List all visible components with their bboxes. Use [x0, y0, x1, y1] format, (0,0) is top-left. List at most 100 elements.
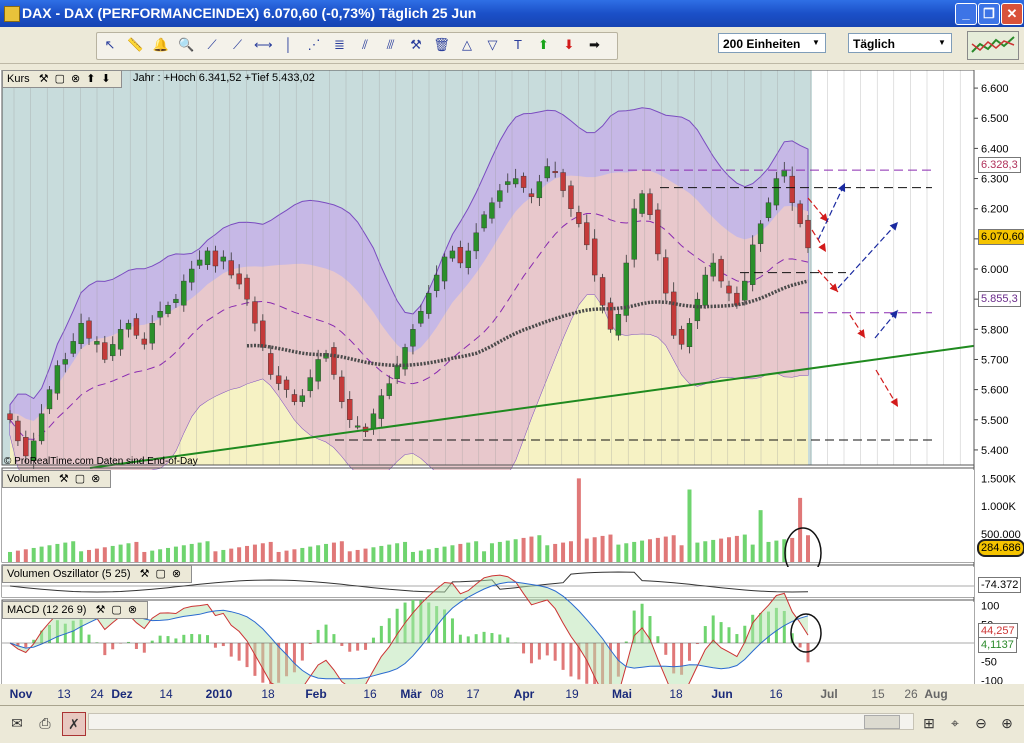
volume-bar — [569, 541, 573, 562]
volume-bar — [292, 549, 296, 562]
zoom-icon[interactable]: 🔍 — [178, 36, 196, 54]
scrollbar-thumb[interactable] — [864, 715, 900, 729]
zoom-out-icon[interactable]: ⊖ — [970, 712, 992, 734]
vol-osc-panel-label[interactable]: Volumen Oszillator (5 25) ⚒▢⊗ — [2, 565, 192, 583]
units-select[interactable]: 200 Einheiten ▼ — [718, 33, 826, 53]
volume-bar — [71, 541, 75, 562]
line2-icon[interactable]: ⟋ — [229, 36, 247, 54]
chart-logo-button[interactable] — [967, 31, 1019, 60]
panel-controls[interactable]: ⚒▢⊗ — [96, 602, 144, 618]
text-icon[interactable]: T — [509, 36, 527, 54]
volume-bar — [711, 540, 715, 562]
wrench-icon[interactable]: ⚒ — [96, 604, 112, 616]
macd-histogram-bar — [143, 643, 146, 653]
macd-histogram-bar — [475, 634, 478, 643]
panel-controls[interactable]: ⚒▢⊗ — [59, 471, 107, 487]
restore-button[interactable]: ❐ — [978, 3, 1000, 25]
parallel-icon[interactable]: ⫻ — [382, 36, 400, 54]
volume-bar — [198, 543, 202, 562]
wrench-icon[interactable]: ⚒ — [407, 36, 425, 54]
volume-bar — [332, 543, 336, 562]
copyright-text: © ProRealTime.com Daten sind End-of-Day — [4, 455, 198, 469]
volume-bar — [482, 551, 486, 562]
x-tick-label: 15 — [871, 687, 885, 701]
price-panel-label[interactable]: Kurs ⚒▢⊗⬆⬇ — [2, 70, 122, 88]
volume-panel-label[interactable]: Volumen ⚒▢⊗ — [2, 470, 111, 488]
candle-body — [63, 359, 68, 364]
down-icon[interactable]: ⬇ — [101, 73, 116, 85]
macd-panel-label[interactable]: MACD (12 26 9) ⚒▢⊗ — [2, 601, 148, 619]
zoom-in-icon[interactable]: ⊕ — [996, 712, 1018, 734]
candle-body — [395, 365, 400, 378]
window-icon[interactable]: ▢ — [155, 568, 171, 580]
close-icon[interactable]: ⊗ — [71, 73, 86, 85]
candle-body — [782, 170, 787, 176]
right-arrow-icon[interactable]: ➡ — [586, 36, 604, 54]
period-select[interactable]: Täglich ▼ — [848, 33, 952, 53]
wrench-icon[interactable]: ⚒ — [59, 473, 75, 485]
vline-icon[interactable]: │ — [280, 36, 298, 54]
candle-body — [655, 210, 660, 254]
price-panel-title: Kurs — [7, 73, 30, 85]
x-tick-label: Dez — [111, 687, 132, 701]
x-tick-label: 18 — [669, 687, 683, 701]
up-arrow-icon[interactable]: ⬆ — [535, 36, 553, 54]
channel-icon[interactable]: ⫽ — [356, 36, 374, 54]
macd-panel-title: MACD (12 26 9) — [7, 604, 86, 616]
macd-histogram-bar — [167, 636, 170, 643]
line-icon[interactable]: ⟋ — [203, 36, 221, 54]
candle-body — [142, 339, 147, 344]
macd-histogram-bar — [490, 633, 493, 643]
volume-bar — [727, 537, 731, 562]
macd-histogram-bar — [720, 622, 723, 643]
zoom-window-icon[interactable]: ⊞ — [918, 712, 940, 734]
window-icon[interactable]: ▢ — [111, 604, 127, 616]
wrench-icon[interactable]: ⚒ — [140, 568, 156, 580]
volume-tick-label: 1.500K — [981, 473, 1017, 485]
volume-bar — [632, 542, 636, 562]
ruler-icon[interactable]: 📏 — [127, 36, 145, 54]
volume-bar — [506, 541, 510, 562]
x-tick-label: 19 — [565, 687, 579, 701]
volume-bar — [458, 544, 462, 562]
volume-bar — [87, 550, 91, 562]
down-arrow-icon[interactable]: ⬇ — [560, 36, 578, 54]
chart-area[interactable]: 6.6006.5006.4006.3006.2006.1006.0005.900… — [0, 70, 1024, 702]
trash-icon[interactable]: 🗑 — [433, 36, 451, 54]
fan-icon[interactable]: ⋰ — [305, 36, 323, 54]
macd-histogram-bar — [198, 634, 201, 643]
close-icon[interactable]: ⊗ — [91, 473, 106, 485]
volume-bar — [32, 548, 36, 562]
candle-body — [387, 384, 392, 396]
fib-icon[interactable]: ≣ — [331, 36, 349, 54]
candle-body — [308, 378, 313, 391]
window-icon[interactable]: ▢ — [55, 73, 71, 85]
candle-body — [102, 343, 107, 360]
window-icon[interactable]: ▢ — [75, 473, 91, 485]
panel-controls[interactable]: ⚒▢⊗ — [140, 566, 188, 582]
macd-histogram-bar — [799, 643, 802, 647]
close-icon[interactable]: ⊗ — [128, 604, 143, 616]
triangle2-icon[interactable]: ▽ — [484, 36, 502, 54]
wrench-icon[interactable]: ⚒ — [39, 73, 55, 85]
candle-body — [750, 245, 755, 285]
chart-svg[interactable]: 6.6006.5006.4006.3006.2006.1006.0005.900… — [0, 70, 1024, 702]
horizontal-scrollbar[interactable] — [88, 713, 914, 730]
up-icon[interactable]: ⬆ — [86, 73, 101, 85]
hline-icon[interactable]: ⟷ — [254, 36, 272, 54]
panel-controls[interactable]: ⚒▢⊗⬆⬇ — [39, 71, 117, 87]
x-tick-label: Nov — [10, 687, 33, 701]
mail-icon[interactable]: ✉ — [6, 712, 28, 734]
minimize-button[interactable]: _ — [955, 3, 977, 25]
x-tick-label: Mär — [400, 687, 422, 701]
print-icon[interactable]: ⎙ — [34, 712, 56, 734]
macd-histogram-bar — [727, 627, 730, 643]
close-icon[interactable]: ⊗ — [172, 568, 187, 580]
alarm-icon[interactable]: 🔔 — [152, 36, 170, 54]
close-button[interactable]: ✕ — [1001, 3, 1023, 25]
triangle-icon[interactable]: △ — [458, 36, 476, 54]
disconnect-icon[interactable]: ✗ — [62, 712, 86, 736]
cursor-icon[interactable]: ↖ — [101, 36, 119, 54]
zoom-fit-icon[interactable]: ⌖ — [944, 712, 966, 734]
x-tick-label: 14 — [159, 687, 173, 701]
